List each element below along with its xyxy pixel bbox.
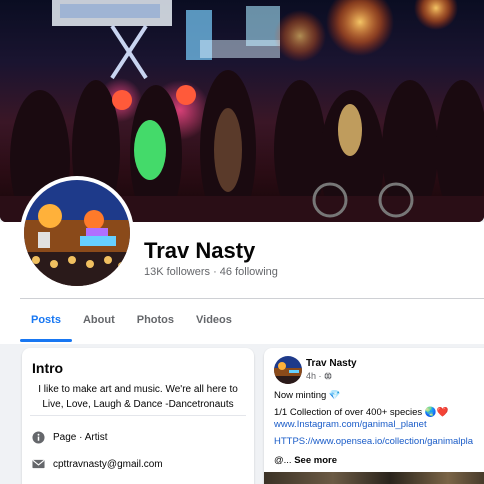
post-author[interactable]: Trav Nasty — [306, 358, 357, 369]
header-divider — [20, 298, 484, 299]
post-avatar-image — [274, 356, 302, 384]
avatar-image — [24, 180, 130, 286]
intro-title: Intro — [32, 360, 64, 376]
post-truncated-text: @... — [274, 455, 292, 466]
profile-page: Trav Nasty 13K followers · 46 following … — [0, 0, 484, 484]
intro-card: Intro I like to make art and music. We'r… — [22, 348, 254, 484]
envelope-icon — [31, 457, 45, 471]
bio-divider — [30, 415, 246, 416]
tab-posts[interactable]: Posts — [20, 300, 72, 344]
post-link-instagram[interactable]: www.Instagram.com/ganimal_planet — [274, 419, 427, 430]
post-text-line-1: Now minting 💎 — [274, 390, 341, 401]
post-text-line-2: 1/1 Collection of over 400+ species 🌏❤️ — [274, 407, 449, 418]
profile-tabs: Posts About Photos Videos — [20, 300, 243, 344]
post-text-line-5: @... See more — [274, 455, 337, 466]
profile-avatar[interactable] — [20, 176, 134, 290]
intro-email-row: cpttravnasty@gmail.com — [31, 456, 163, 472]
post-image[interactable] — [264, 472, 484, 484]
tab-videos[interactable]: Videos — [185, 300, 243, 344]
post-meta: 4h · — [306, 371, 332, 381]
post-author-avatar[interactable] — [274, 356, 302, 384]
post-time[interactable]: 4h · — [306, 371, 322, 381]
globe-icon — [323, 372, 332, 380]
post-link-opensea[interactable]: HTTPS://www.opensea.io/collection/ganima… — [274, 436, 473, 447]
profile-name: Trav Nasty — [144, 238, 256, 263]
intro-category: Page · Artist — [53, 431, 108, 443]
intro-bio: I like to make art and music. We're all … — [30, 382, 246, 412]
post-card: Trav Nasty 4h · Now minting 💎 1/1 Collec… — [264, 348, 484, 484]
profile-stats[interactable]: 13K followers · 46 following — [144, 266, 278, 278]
see-more-link[interactable]: See more — [294, 455, 337, 466]
intro-email[interactable]: cpttravnasty@gmail.com — [53, 459, 163, 470]
bio-line-1: I like to make art and music. We're all … — [38, 384, 238, 395]
tab-about[interactable]: About — [72, 300, 126, 344]
info-icon — [31, 430, 45, 444]
intro-category-row: Page · Artist — [31, 429, 107, 445]
bio-line-2: Live, Love, Laugh & Dance -Dancetronauts — [42, 399, 234, 410]
tab-photos[interactable]: Photos — [126, 300, 185, 344]
